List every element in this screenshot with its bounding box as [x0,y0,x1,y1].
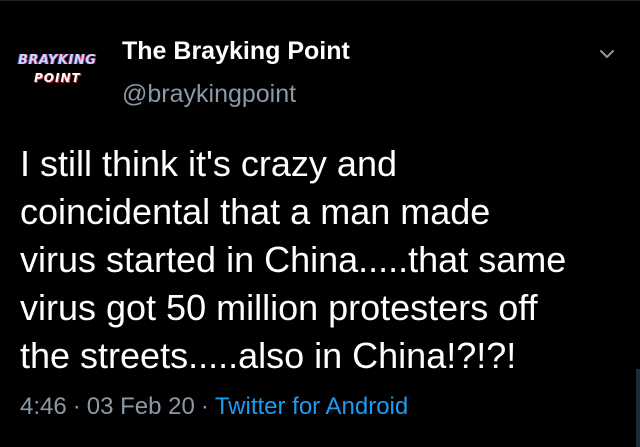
tweet-header: BRAYKING POINT The Brayking Point @brayk… [0,1,640,121]
tweet-text: I still think it's crazy and coincidenta… [20,140,620,380]
meta-separator: · [200,393,209,420]
tweet-meta: 4:46 · 03 Feb 20 · Twitter for Android [20,393,408,421]
tweet-date[interactable]: 03 Feb 20 [87,393,195,420]
tweet-text-line: virus started in China.....that same [20,239,567,280]
tweet-card[interactable]: BRAYKING POINT The Brayking Point @brayk… [0,0,640,447]
scroll-edge [636,369,640,447]
tweet-text-line: coincidental that a man made [20,191,491,232]
avatar[interactable]: BRAYKING POINT [14,45,102,101]
user-handle[interactable]: @braykingpoint [122,80,296,109]
chevron-down-icon[interactable] [596,43,618,65]
meta-separator: · [72,393,81,420]
tweet-source-link[interactable]: Twitter for Android [215,393,408,420]
tweet-text-line: virus got 50 million protesters off [20,287,538,328]
tweet-text-line: the streets.....also in China!?!?! [20,335,517,376]
tweet-text-line: I still think it's crazy and [20,143,397,184]
display-name[interactable]: The Brayking Point [122,37,350,66]
tweet-time[interactable]: 4:46 [20,393,67,420]
avatar-logo-line1: BRAYKING [18,53,97,68]
avatar-logo-line2: POINT [34,71,81,85]
